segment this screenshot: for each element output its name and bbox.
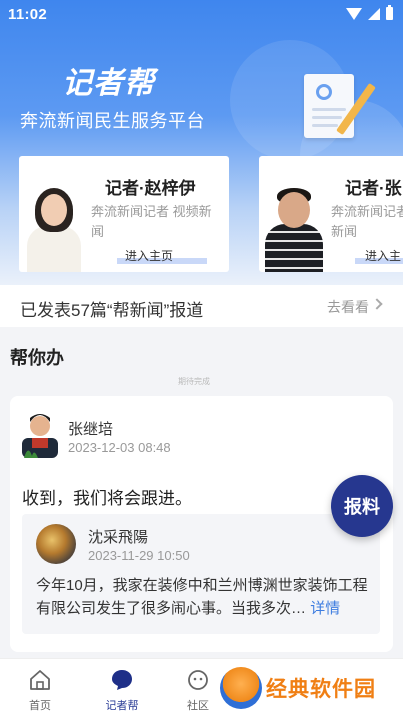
reporter-name: 记者·张	[345, 179, 402, 198]
home-icon	[30, 670, 50, 690]
reporter-desc: 奔流新闻记者 视频新闻	[91, 204, 212, 239]
published-count-bar[interactable]: 已发表57篇“帮新闻”报道 去看看	[0, 285, 403, 327]
go-see-link[interactable]: 去看看	[327, 297, 369, 317]
watermark: 经典软件园	[220, 667, 403, 712]
wifi-icon	[346, 7, 362, 20]
reporter-photo	[259, 168, 329, 272]
tab-jizhebang[interactable]: 记者帮	[82, 659, 162, 716]
quote-text: 今年10月，我家在装修中和兰州博渊世家装饰工程有限公司发生了很多闹心事。当我多次…	[36, 577, 368, 617]
chat-bubble-icon	[112, 670, 132, 690]
section-title: 帮你办	[10, 348, 64, 368]
watermark-logo-icon	[220, 667, 262, 709]
section-tiny-label: 期待完成	[178, 377, 210, 386]
enter-homepage-link[interactable]: 进入主页	[125, 247, 173, 264]
platform-subtitle: 奔流新闻民生服务平台	[20, 111, 205, 131]
post-timestamp: 2023-12-03 08:48	[68, 440, 171, 455]
tab-home[interactable]: 首页	[0, 659, 80, 716]
tab-label: 首页	[29, 700, 51, 712]
avatar	[22, 408, 58, 458]
battery-icon	[386, 5, 393, 20]
watermark-text: 经典软件园	[266, 678, 376, 701]
tab-label: 记者帮	[105, 700, 139, 712]
avatar	[36, 524, 76, 564]
reporter-card[interactable]: 记者·赵梓伊 奔流新闻记者 视频新闻 进入主页	[19, 156, 229, 272]
post-reply-text: 收到，我们将会跟进。	[22, 489, 192, 508]
document-illustration-icon	[298, 70, 378, 145]
status-time: 11:02	[8, 6, 48, 23]
published-count-text: 已发表57篇“帮新闻”报道	[20, 301, 204, 320]
help-post-card[interactable]: 张继培 2023-12-03 08:48 收到，我们将会跟进。 沈采飛陽 202…	[10, 396, 393, 652]
reporter-card[interactable]: 记者·张 奔流新闻记者 新闻 进入主	[259, 156, 403, 272]
reporter-desc: 奔流新闻记者 新闻	[331, 204, 403, 239]
reporter-photo	[19, 168, 89, 272]
enter-homepage-link[interactable]: 进入主	[365, 247, 401, 264]
community-icon	[188, 670, 208, 690]
report-news-button[interactable]: 报料	[331, 475, 393, 537]
details-link[interactable]: 详情	[310, 600, 340, 617]
quote-timestamp: 2023-11-29 10:50	[88, 548, 190, 563]
quoted-complaint[interactable]: 沈采飛陽 2023-11-29 10:50 今年10月，我家在装修中和兰州博渊世…	[22, 514, 380, 634]
post-username: 张继培	[68, 421, 114, 438]
brand-logo: 记者帮	[62, 67, 155, 100]
reporter-name: 记者·赵梓伊	[105, 179, 196, 198]
status-bar: 11:02	[0, 0, 403, 28]
chevron-right-icon	[371, 298, 383, 310]
signal-icon	[368, 7, 380, 20]
quote-username: 沈采飛陽	[88, 529, 149, 546]
